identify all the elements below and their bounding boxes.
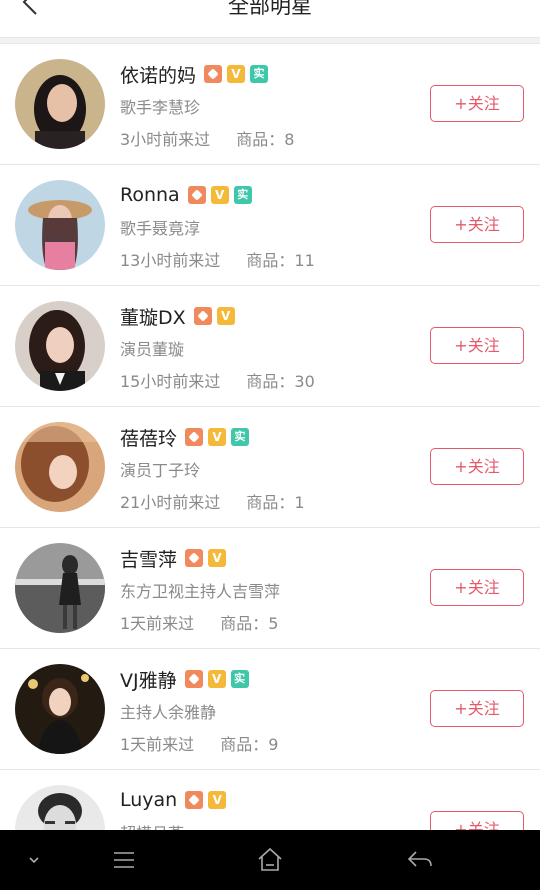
verified-v-badge: V [208, 549, 227, 567]
star-name[interactable]: Luyan [120, 789, 177, 811]
follow-button[interactable]: +关注 [430, 327, 524, 364]
follow-button[interactable]: +关注 [430, 811, 524, 830]
goods-value: 30 [294, 372, 315, 391]
avatar[interactable] [15, 785, 105, 830]
name-line: VJ雅静 V 实 [120, 666, 254, 692]
list-item[interactable]: 蓓蓓玲 V 实 演员丁子玲 21小时前来过 商品：1 +关注 [0, 407, 540, 528]
goods-value: 9 [268, 735, 279, 754]
chevron-down-icon[interactable] [18, 844, 50, 876]
avatar[interactable] [15, 301, 105, 391]
goods-label: 商品： [236, 130, 285, 149]
star-meta: 1天前来过 商品：5 [120, 610, 278, 634]
goods-label: 商品： [246, 372, 295, 391]
verified-v-badge: V [208, 428, 227, 446]
header-bar: 全部明星 [0, 0, 540, 38]
star-name[interactable]: 蓓蓓玲 [120, 424, 177, 451]
last-seen: 1天前来过 [120, 735, 195, 754]
list-item[interactable]: Ronna V 实 歌手聂竟淳 13小时前来过 商品：11 +关注 [0, 165, 540, 286]
last-seen: 21小时前来过 [120, 493, 221, 512]
follow-button[interactable]: +关注 [430, 569, 524, 606]
system-nav-bar [0, 830, 540, 890]
goods-count: 商品：11 [246, 251, 314, 270]
verified-v-badge: V [227, 65, 246, 83]
list-item[interactable]: VJ雅静 V 实 主持人余雅静 1天前来过 商品：9 +关注 [0, 649, 540, 770]
goods-value: 8 [284, 130, 295, 149]
avatar[interactable] [15, 543, 105, 633]
shop-badge-icon [193, 307, 212, 325]
goods-count: 商品：30 [246, 372, 314, 391]
last-seen: 13小时前来过 [120, 251, 221, 270]
verified-v-badge: V [210, 186, 229, 204]
avatar[interactable] [15, 664, 105, 754]
goods-count: 商品：8 [236, 130, 294, 149]
shop-badge-icon [185, 549, 204, 567]
follow-button[interactable]: +关注 [430, 448, 524, 485]
menu-icon[interactable] [108, 844, 140, 876]
shop-badge-icon [185, 791, 204, 809]
avatar[interactable] [15, 180, 105, 270]
follow-button[interactable]: +关注 [430, 85, 524, 122]
page-title: 全部明星 [228, 0, 312, 18]
name-line: 蓓蓓玲 V 实 [120, 424, 254, 450]
star-title: 演员董璇 [120, 340, 185, 359]
star-title: 歌手聂竟淳 [120, 219, 201, 238]
avatar[interactable] [15, 59, 105, 149]
list-item[interactable]: 依诺的妈 V 实 歌手李慧珍 3小时前来过 商品：8 +关注 [0, 44, 540, 165]
real-name-badge: 实 [231, 428, 250, 446]
real-name-badge: 实 [250, 65, 269, 83]
follow-button[interactable]: +关注 [430, 206, 524, 243]
home-icon[interactable] [254, 844, 286, 876]
name-line: 依诺的妈 V 实 [120, 61, 273, 87]
last-seen: 3小时前来过 [120, 130, 211, 149]
name-line: 吉雪萍 V [120, 545, 231, 571]
goods-label: 商品： [246, 251, 295, 270]
goods-count: 商品：5 [220, 614, 278, 633]
back-arrow-icon[interactable] [404, 844, 436, 876]
goods-label: 商品： [220, 735, 269, 754]
name-line: Luyan V [120, 787, 231, 813]
avatar[interactable] [15, 422, 105, 512]
verified-v-badge: V [216, 307, 235, 325]
star-title: 歌手李慧珍 [120, 98, 201, 117]
star-meta: 1天前来过 商品：9 [120, 731, 278, 755]
star-meta: 3小时前来过 商品：8 [120, 126, 294, 150]
verified-v-badge: V [207, 670, 226, 688]
star-title: 演员丁子玲 [120, 461, 201, 480]
name-line: Ronna V 实 [120, 182, 257, 208]
star-name[interactable]: Ronna [120, 184, 180, 206]
goods-count: 商品：1 [246, 493, 304, 512]
star-name[interactable]: 依诺的妈 [120, 61, 196, 88]
shop-badge-icon [184, 670, 203, 688]
shop-badge-icon [187, 186, 206, 204]
goods-label: 商品： [220, 614, 269, 633]
goods-label: 商品： [246, 493, 295, 512]
last-seen: 1天前来过 [120, 614, 195, 633]
shop-badge-icon [185, 428, 204, 446]
star-meta: 13小时前来过 商品：11 [120, 247, 315, 271]
goods-count: 商品：9 [220, 735, 278, 754]
real-name-badge: 实 [230, 670, 249, 688]
star-meta: 15小时前来过 商品：30 [120, 368, 315, 392]
list-item[interactable]: Luyan V 超模吕燕 +关注 [0, 770, 540, 830]
star-list[interactable]: 依诺的妈 V 实 歌手李慧珍 3小时前来过 商品：8 +关注 Ronna V 实 … [0, 44, 540, 830]
name-line: 董璇DX V [120, 303, 240, 329]
last-seen: 15小时前来过 [120, 372, 221, 391]
star-title: 东方卫视主持人吉雪萍 [120, 582, 281, 601]
shop-badge-icon [204, 65, 223, 83]
star-name[interactable]: 董璇DX [120, 303, 186, 330]
goods-value: 5 [268, 614, 279, 633]
real-name-badge: 实 [233, 186, 252, 204]
star-title: 超模吕燕 [120, 820, 184, 830]
verified-v-badge: V [208, 791, 227, 809]
star-name[interactable]: VJ雅静 [120, 666, 177, 693]
star-name[interactable]: 吉雪萍 [120, 545, 177, 572]
goods-value: 11 [294, 251, 315, 270]
goods-value: 1 [294, 493, 305, 512]
star-title: 主持人余雅静 [120, 703, 217, 722]
list-item[interactable]: 董璇DX V 演员董璇 15小时前来过 商品：30 +关注 [0, 286, 540, 407]
follow-button[interactable]: +关注 [430, 690, 524, 727]
star-meta: 21小时前来过 商品：1 [120, 489, 305, 513]
list-item[interactable]: 吉雪萍 V 东方卫视主持人吉雪萍 1天前来过 商品：5 +关注 [0, 528, 540, 649]
